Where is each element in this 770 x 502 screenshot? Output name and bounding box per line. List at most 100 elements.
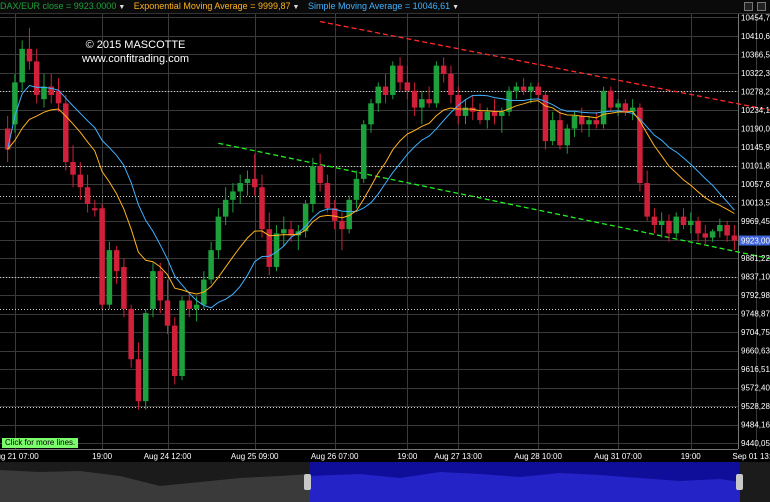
candle[interactable]: [695, 220, 701, 234]
chevron-down-icon[interactable]: ▼: [452, 4, 459, 11]
more-lines-button[interactable]: Click for more lines.: [2, 438, 79, 448]
legend-close[interactable]: DAX/EUR close = 9923.0000 ▼: [0, 0, 125, 13]
legend-sma[interactable]: Simple Moving Average = 10046,61 ▼: [308, 0, 459, 13]
candle[interactable]: [528, 86, 534, 91]
candle[interactable]: [70, 162, 76, 175]
price-tick-label: 9484,16: [741, 421, 770, 430]
candle[interactable]: [259, 187, 265, 230]
chevron-down-icon[interactable]: ▼: [118, 4, 125, 11]
candle[interactable]: [593, 120, 600, 125]
candle[interactable]: [600, 90, 607, 125]
candle[interactable]: [724, 224, 730, 236]
candle[interactable]: [339, 220, 345, 230]
candle[interactable]: [310, 166, 316, 205]
candle[interactable]: [99, 208, 105, 305]
candle[interactable]: [397, 65, 403, 83]
candle[interactable]: [33, 61, 40, 95]
candle[interactable]: [448, 73, 454, 95]
navigator-scrollbar[interactable]: [0, 462, 770, 502]
candle[interactable]: [673, 216, 679, 234]
chevron-down-icon[interactable]: ▼: [292, 4, 299, 11]
candle[interactable]: [164, 300, 171, 326]
candle[interactable]: [549, 120, 556, 142]
candle[interactable]: [622, 103, 629, 112]
candle[interactable]: [426, 99, 432, 104]
candle[interactable]: [709, 231, 716, 238]
candle[interactable]: [390, 65, 396, 95]
candle[interactable]: [324, 183, 331, 209]
candle[interactable]: [121, 266, 127, 309]
candle[interactable]: [317, 166, 323, 184]
navigator-right-handle[interactable]: [736, 474, 743, 490]
candle[interactable]: [360, 124, 367, 179]
candle[interactable]: [680, 216, 687, 225]
candle[interactable]: [520, 86, 527, 91]
candle[interactable]: [157, 271, 164, 301]
candle[interactable]: [135, 359, 142, 402]
candle[interactable]: [571, 115, 578, 129]
candle[interactable]: [179, 300, 185, 377]
candle[interactable]: [244, 178, 251, 184]
candle[interactable]: [92, 208, 98, 211]
candle[interactable]: [222, 199, 229, 217]
candle[interactable]: [731, 235, 738, 241]
legend-ema[interactable]: Exponential Moving Average = 9999,87 ▼: [134, 0, 300, 13]
candle[interactable]: [484, 111, 491, 121]
candle[interactable]: [578, 115, 585, 125]
candle[interactable]: [128, 308, 134, 360]
candle[interactable]: [63, 103, 69, 163]
price-tick-label: 9616,51: [741, 365, 770, 374]
candle[interactable]: [688, 220, 694, 225]
candle[interactable]: [150, 271, 156, 309]
candle[interactable]: [557, 120, 563, 146]
candle[interactable]: [215, 216, 222, 251]
candle[interactable]: [41, 86, 47, 100]
candle[interactable]: [658, 220, 665, 225]
candle[interactable]: [19, 48, 25, 83]
maximize-icon[interactable]: [757, 2, 766, 11]
watermark-url[interactable]: www.confitrading.com: [82, 52, 189, 66]
candle[interactable]: [666, 220, 672, 234]
candle[interactable]: [281, 229, 287, 234]
candle[interactable]: [230, 191, 236, 200]
candle[interactable]: [172, 325, 178, 377]
candle[interactable]: [644, 183, 650, 217]
candle[interactable]: [477, 111, 483, 121]
candle[interactable]: [77, 174, 84, 188]
candle[interactable]: [651, 216, 658, 225]
navigator-left-handle[interactable]: [304, 474, 311, 490]
candle[interactable]: [353, 178, 360, 200]
candle[interactable]: [564, 128, 570, 146]
candle[interactable]: [84, 187, 91, 205]
candle[interactable]: [106, 250, 113, 305]
candle[interactable]: [113, 250, 120, 272]
candle[interactable]: [26, 48, 33, 62]
candle[interactable]: [411, 90, 418, 108]
candle[interactable]: [142, 313, 149, 402]
candle[interactable]: [419, 99, 425, 108]
candle[interactable]: [237, 183, 243, 192]
candle[interactable]: [717, 224, 723, 232]
candle[interactable]: [193, 304, 200, 309]
candle[interactable]: [251, 178, 258, 188]
candle[interactable]: [433, 65, 440, 104]
candle[interactable]: [615, 103, 621, 108]
candle[interactable]: [382, 86, 389, 95]
candle[interactable]: [608, 90, 614, 108]
candle[interactable]: [375, 86, 382, 104]
candle[interactable]: [186, 300, 193, 309]
candle[interactable]: [702, 233, 709, 238]
candle[interactable]: [368, 103, 374, 125]
price-chart[interactable]: 10454,74 10410,63 10366,51 10322,39 10278,28…: [0, 14, 770, 462]
minimize-icon[interactable]: [744, 2, 753, 11]
candle[interactable]: [440, 65, 447, 74]
candle[interactable]: [499, 111, 505, 116]
legend-close-text: DAX/EUR close = 9923.0000: [0, 1, 117, 11]
candle[interactable]: [208, 250, 214, 280]
candle[interactable]: [586, 120, 592, 125]
price-tick-label: 10190,04: [741, 125, 770, 134]
candle[interactable]: [513, 86, 520, 91]
candle[interactable]: [491, 111, 498, 116]
candle[interactable]: [535, 86, 541, 95]
candle[interactable]: [404, 82, 411, 91]
